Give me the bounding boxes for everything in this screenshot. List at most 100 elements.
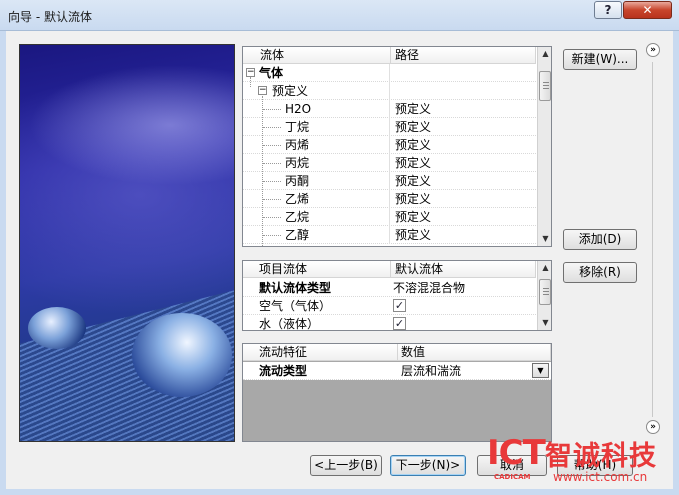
col-value[interactable]: 数值 [398,344,551,361]
tree-branch [263,181,281,182]
title-bar [0,0,679,31]
fluid-path: 预定义 [395,102,432,116]
tree-branch [263,109,281,110]
cell-divider [389,208,390,226]
cell-divider [389,118,390,136]
tree-branch [263,145,281,146]
remove-button[interactable]: 移除(R) [563,262,637,283]
fluid-name: 乙烷 [285,210,310,224]
group-label: 预定义 [272,84,309,98]
cell-divider [389,136,390,154]
flow-header: 流动特征 数值 [243,344,551,361]
grip-line [543,291,549,292]
scroll-up-icon[interactable]: ▲ [538,47,551,61]
col-fluid[interactable]: 流体 [243,47,391,64]
collapse-icon[interactable]: − [246,68,255,77]
new-button[interactable]: 新建(W)... [563,49,637,70]
water-drop-small [28,307,86,349]
col-project-fluid[interactable]: 项目流体 [243,261,391,278]
flow-characteristics[interactable]: 流动特征 数值 流动类型 层流和湍流 ▼ [242,343,552,442]
fluid-path: 预定义 [395,138,432,152]
project-fluids-list[interactable]: 项目流体 默认流体 默认流体类型 不溶混混合物 空气（气体） ✓ 水（液体） ✓… [242,260,552,331]
grip-line [543,85,549,86]
cell-divider [389,100,390,118]
watermark-brand: 智诚科技 [545,441,657,472]
tree-branch [263,217,281,218]
project-fluid-row-air[interactable]: 空气（气体） ✓ [243,297,536,315]
default-fluid-type-row[interactable]: 默认流体类型 不溶混混合物 [243,279,536,297]
tree-branch [263,235,281,236]
scroll-down-icon[interactable]: ▼ [538,232,551,246]
col-flow-feature[interactable]: 流动特征 [243,344,398,361]
col-path[interactable]: 路径 [391,47,536,64]
fluid-path: 预定义 [395,192,432,206]
watermark-cadcam: CADICAM [494,473,531,481]
project-fluid-name: 空气（气体） [259,299,332,313]
fluid-path: 预定义 [395,120,432,134]
scroll-up-icon[interactable]: ▲ [538,261,551,275]
fluid-name: 丙酮 [285,174,310,188]
close-button[interactable]: ✕ [623,1,672,19]
fluid-name: H2O [285,102,312,116]
fluid-name: 丙烷 [285,156,310,170]
tree-line [250,77,251,87]
grip-line [543,82,549,83]
scroll-down-icon[interactable]: ▼ [538,316,551,330]
fluid-path: 预定义 [395,210,432,224]
fluid-row[interactable]: 乙烯 预定义 [243,190,536,208]
flow-type-value[interactable]: 层流和湍流 [401,362,461,380]
wizard-image [19,44,235,442]
fluid-name: 丙烯 [285,138,310,152]
fluid-name: 丁烷 [285,120,310,134]
tree-group-predefined[interactable]: − 预定义 [243,77,536,100]
col-default-fluid[interactable]: 默认流体 [391,261,536,278]
cell-divider [389,190,390,208]
add-button[interactable]: 添加(D) [563,229,637,250]
fluid-row[interactable]: 乙醇 预定义 [243,226,536,244]
fluid-type-value[interactable]: 不溶混混合物 [393,279,465,297]
scroll-thumb[interactable] [539,71,551,101]
tree-group-gas[interactable]: − 气体 [243,64,536,82]
project-fluid-name: 水（液体） [259,317,320,331]
project-fluid-row-water[interactable]: 水（液体） ✓ [243,315,536,331]
fluid-row[interactable]: 丙烯 预定义 [243,136,536,154]
fluid-type-label: 默认流体类型 [259,281,332,295]
fluids-list[interactable]: 流体 路径 − 气体 − 预定义 H2O 预定义 丁烷 预定义 丙烯 预定义 丙烷 预定义 丙酮… [242,46,552,247]
grip-line [543,288,549,289]
fluids-scrollbar[interactable]: ▲ ▼ [537,47,551,246]
air-checkbox[interactable]: ✓ [393,299,406,312]
cell-divider [389,172,390,190]
project-header: 项目流体 默认流体 [243,261,536,278]
watermark-ict: ICT [487,433,546,473]
flow-type-row[interactable]: 流动类型 层流和湍流 ▼ [243,362,551,380]
fluid-path: 预定义 [395,156,432,170]
watermark-url: www.ict.com.cn [553,470,648,484]
fluid-row[interactable]: 丙烷 预定义 [243,154,536,172]
back-button[interactable]: <上一步(B) [310,455,382,476]
cell-divider [389,82,390,100]
fluid-row[interactable]: 丙酮 预定义 [243,172,536,190]
group-label: 气体 [259,66,284,80]
collapse-icon[interactable]: − [258,86,267,95]
cell-divider [389,226,390,244]
fluid-row[interactable]: 丁烷 预定义 [243,118,536,136]
flow-type-dropdown-icon[interactable]: ▼ [532,363,549,378]
help-title-button[interactable]: ? [594,1,622,19]
fluids-header: 流体 路径 [243,47,536,64]
scroll-thumb[interactable] [539,279,551,305]
grip-line [543,88,549,89]
expand-top-icon[interactable]: » [646,43,660,57]
fluid-row[interactable]: 乙烷 预定义 [243,208,536,226]
fluid-name: 乙醇 [285,228,310,242]
cell-divider [389,64,390,82]
expand-bottom-icon[interactable]: » [646,420,660,434]
fluid-row[interactable]: H2O 预定义 [243,100,536,118]
fluid-name: 乙烯 [285,192,310,206]
tree-branch [263,199,281,200]
next-button[interactable]: 下一步(N)> [390,455,466,476]
tree-branch [263,127,281,128]
window-title: 向导 - 默认流体 [8,10,92,24]
water-checkbox[interactable]: ✓ [393,317,406,330]
water-drop-large [132,313,232,397]
project-scrollbar[interactable]: ▲ ▼ [537,261,551,330]
